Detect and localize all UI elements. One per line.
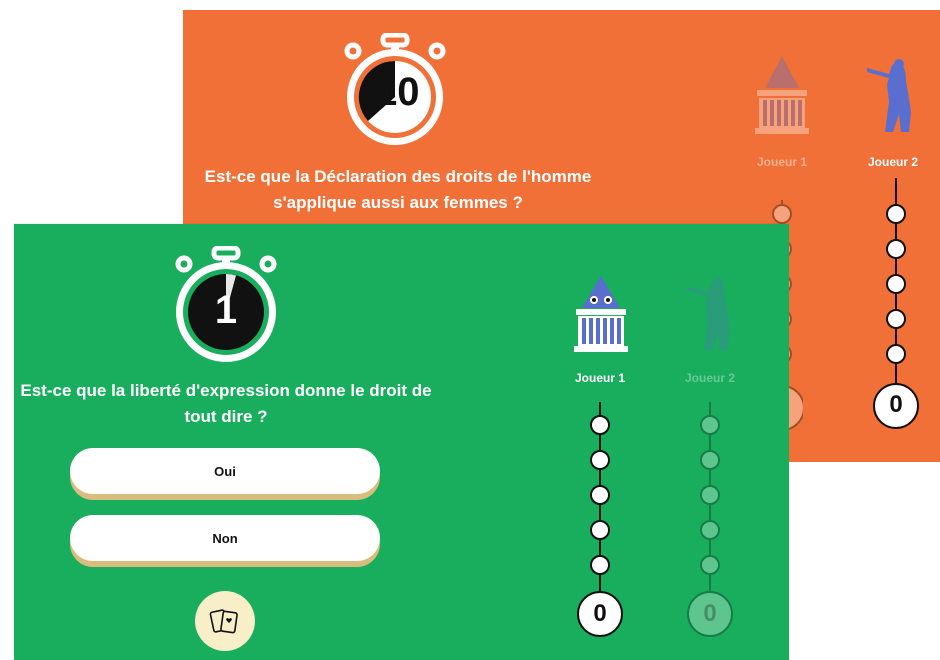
timer-value: 1 <box>214 288 238 332</box>
answer-oui-button[interactable]: Oui <box>70 448 380 494</box>
cards-button[interactable] <box>195 591 255 651</box>
answer-non-button[interactable]: Non <box>70 515 380 561</box>
statue-icon <box>867 59 911 132</box>
player-2-score: 0 <box>703 600 717 627</box>
player-1-label: Joueur 1 <box>574 371 625 385</box>
player-1-score: 0 <box>593 600 607 627</box>
timer-value: 10 <box>375 70 420 114</box>
player-2-score: 0 <box>889 391 903 418</box>
statue-icon <box>686 277 730 350</box>
cards-icon <box>209 609 238 634</box>
building-icon <box>574 276 628 352</box>
player-2-label: Joueur 2 <box>684 371 735 385</box>
green-game-screen: 1 Est-ce que la liberté d'expression don… <box>14 224 789 660</box>
player-1-label: Joueur 1 <box>756 155 807 169</box>
question-text: Est-ce que la Déclaration des droits de … <box>204 167 592 212</box>
building-icon <box>755 56 809 134</box>
player-2-label: Joueur 2 <box>867 155 918 169</box>
question-text: Est-ce que la liberté d'expression donne… <box>20 381 432 426</box>
